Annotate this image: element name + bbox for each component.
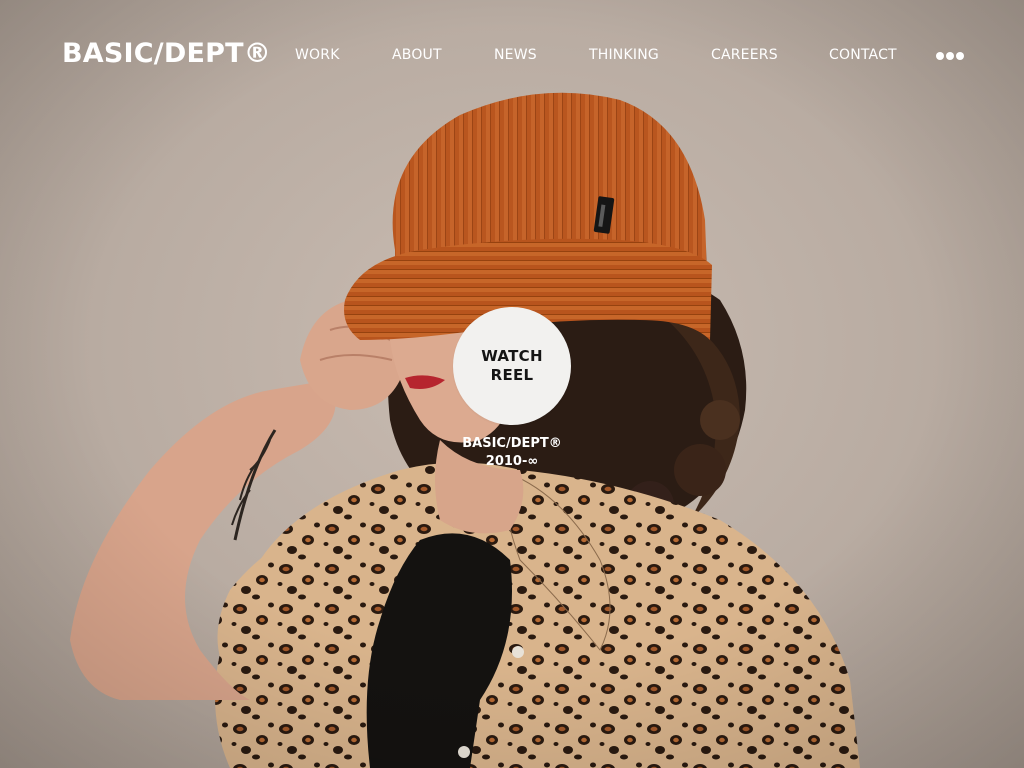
nav-item-work[interactable]: WORK — [295, 47, 340, 63]
reel-caption-years: 2010-∞ — [485, 454, 539, 469]
site-logo[interactable]: BASIC/DEPT® — [62, 38, 271, 69]
more-dots-icon — [936, 52, 964, 60]
reel-label-line2: REEL — [490, 366, 534, 384]
watch-reel-button[interactable]: WATCH REEL — [453, 307, 571, 425]
more-menu-button[interactable] — [934, 46, 966, 66]
reel-widget: WATCH REEL BASIC/DEPT® 2010-∞ — [452, 307, 572, 477]
nav-item-contact[interactable]: CONTACT — [829, 47, 897, 63]
nav-item-about[interactable]: ABOUT — [392, 47, 442, 63]
reel-label-line1: WATCH — [481, 347, 543, 365]
site-header: BASIC/DEPT® WORK ABOUT NEWS THINKING CAR… — [0, 0, 1024, 110]
reel-caption: BASIC/DEPT® 2010-∞ — [452, 435, 572, 471]
nav-item-careers[interactable]: CAREERS — [711, 47, 778, 63]
nav-item-thinking[interactable]: THINKING — [589, 47, 659, 63]
hero-section: BASIC/DEPT® WORK ABOUT NEWS THINKING CAR… — [0, 0, 1024, 768]
reel-caption-brand: BASIC/DEPT® — [462, 436, 562, 451]
nav-item-news[interactable]: NEWS — [494, 47, 537, 63]
